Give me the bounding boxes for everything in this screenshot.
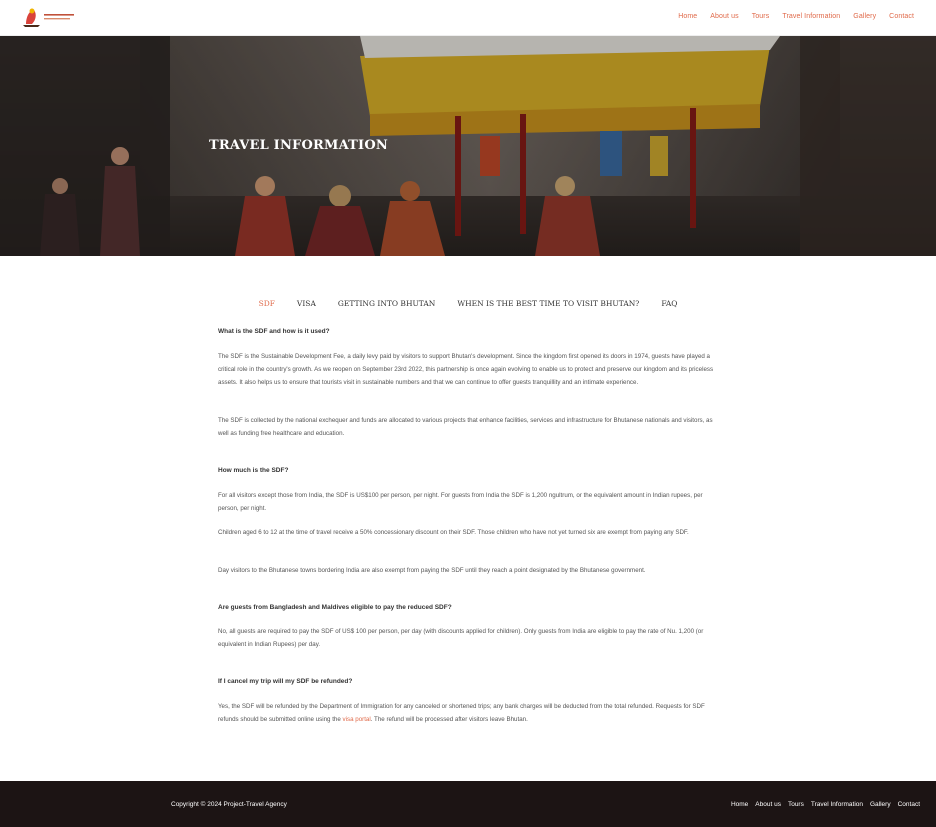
question-bangladesh-maldives: Are guests from Bangladesh and Maldives … [218, 604, 452, 611]
hero-banner: TRAVEL INFORMATION [0, 36, 936, 256]
tab-visa[interactable]: VISA [286, 299, 327, 308]
answer-paragraph: Day visitors to the Bhutanese towns bord… [218, 567, 646, 574]
nav-about-us[interactable]: About us [710, 13, 738, 20]
tab-sdf[interactable]: SDF [248, 299, 286, 308]
question-refund: If I cancel my trip will my SDF be refun… [218, 678, 353, 685]
footer-nav-tours[interactable]: Tours [788, 801, 804, 808]
page-title: TRAVEL INFORMATION [209, 138, 388, 153]
nav-travel-information[interactable]: Travel Information [782, 13, 840, 20]
footer-nav-contact[interactable]: Contact [898, 801, 920, 808]
site-header: Home About us Tours Travel Information G… [0, 0, 936, 36]
info-tabs: SDF VISA GETTING INTO BHUTAN WHEN IS THE… [0, 299, 936, 308]
nav-contact[interactable]: Contact [889, 13, 914, 20]
tab-getting-into-bhutan[interactable]: GETTING INTO BHUTAN [327, 299, 447, 308]
question-what-is-sdf: What is the SDF and how is it used? [218, 328, 330, 335]
footer-nav: Home About us Tours Travel Information G… [731, 801, 920, 808]
hero-image [0, 36, 936, 256]
answer-paragraph: No, all guests are required to pay the S… [218, 628, 704, 649]
nav-gallery[interactable]: Gallery [853, 13, 876, 20]
main-nav: Home About us Tours Travel Information G… [678, 13, 914, 20]
footer-nav-about-us[interactable]: About us [755, 801, 781, 808]
footer-nav-home[interactable]: Home [731, 801, 748, 808]
nav-tours[interactable]: Tours [752, 13, 770, 20]
answer-paragraph: Children aged 6 to 12 at the time of tra… [218, 529, 689, 536]
question-how-much-sdf: How much is the SDF? [218, 467, 289, 474]
answer-paragraph: The SDF is the Sustainable Development F… [218, 353, 714, 387]
site-logo[interactable] [14, 5, 78, 29]
answer-paragraph: Yes, the SDF will be refunded by the Dep… [218, 700, 718, 726]
footer-nav-gallery[interactable]: Gallery [870, 801, 891, 808]
nav-home[interactable]: Home [678, 13, 697, 20]
logo-icon [23, 8, 74, 27]
visa-portal-link[interactable]: visa portal [343, 716, 371, 723]
copyright-text: Copyright © 2024 Project-Travel Agency [171, 801, 287, 808]
footer-nav-travel-information[interactable]: Travel Information [811, 801, 863, 808]
site-footer: Copyright © 2024 Project-Travel Agency H… [0, 781, 936, 827]
tab-best-time-to-visit[interactable]: WHEN IS THE BEST TIME TO VISIT BHUTAN? [446, 299, 650, 308]
answer-paragraph: For all visitors except those from India… [218, 492, 703, 513]
tab-faq[interactable]: FAQ [650, 299, 688, 308]
answer-paragraph: The SDF is collected by the national exc… [218, 417, 713, 438]
answer-text: . The refund will be processed after vis… [370, 716, 528, 724]
